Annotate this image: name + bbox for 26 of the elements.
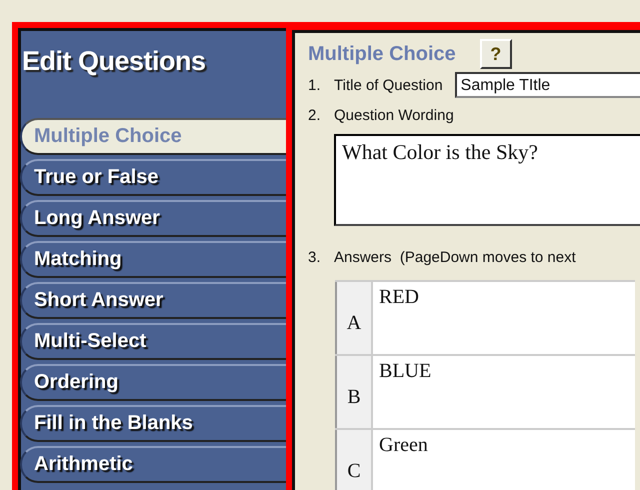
- item-number: 3.: [308, 248, 322, 266]
- question-type-tab[interactable]: Fill in the Blanks: [20, 405, 286, 442]
- item-number: 1.: [308, 76, 322, 94]
- field-label: Title of Question: [334, 76, 443, 94]
- question-type-tab[interactable]: True or False: [20, 159, 286, 196]
- section-heading: Multiple Choice: [308, 42, 456, 66]
- sidebar-title: Edit Questions: [21, 45, 207, 78]
- question-type-tab[interactable]: Matching: [20, 241, 286, 278]
- answer-letter: C: [336, 429, 372, 490]
- question-type-tab[interactable]: Arithmetic: [20, 446, 286, 483]
- answer-letter: B: [336, 355, 372, 429]
- help-button[interactable]: ?: [480, 39, 512, 69]
- answer-letter: A: [336, 281, 372, 355]
- question-type-tab[interactable]: Ordering: [20, 364, 286, 401]
- field-label: Question Wording: [334, 106, 454, 124]
- question-type-tab[interactable]: Short Answer: [20, 282, 286, 319]
- field-label: Answers (PageDown moves to next: [334, 248, 576, 266]
- question-type-tab[interactable]: Long Answer: [20, 200, 286, 237]
- answer-field[interactable]: RED: [372, 281, 635, 355]
- answer-field[interactable]: Green: [372, 429, 635, 490]
- title-field[interactable]: Sample TItle: [454, 72, 640, 98]
- question-type-tab[interactable]: Multiple Choice: [20, 118, 286, 155]
- question-type-tab[interactable]: Multi-Select: [20, 323, 286, 360]
- question-field[interactable]: What Color is the Sky?: [334, 134, 640, 226]
- item-number: 2.: [308, 106, 322, 124]
- answer-field[interactable]: BLUE: [372, 355, 635, 429]
